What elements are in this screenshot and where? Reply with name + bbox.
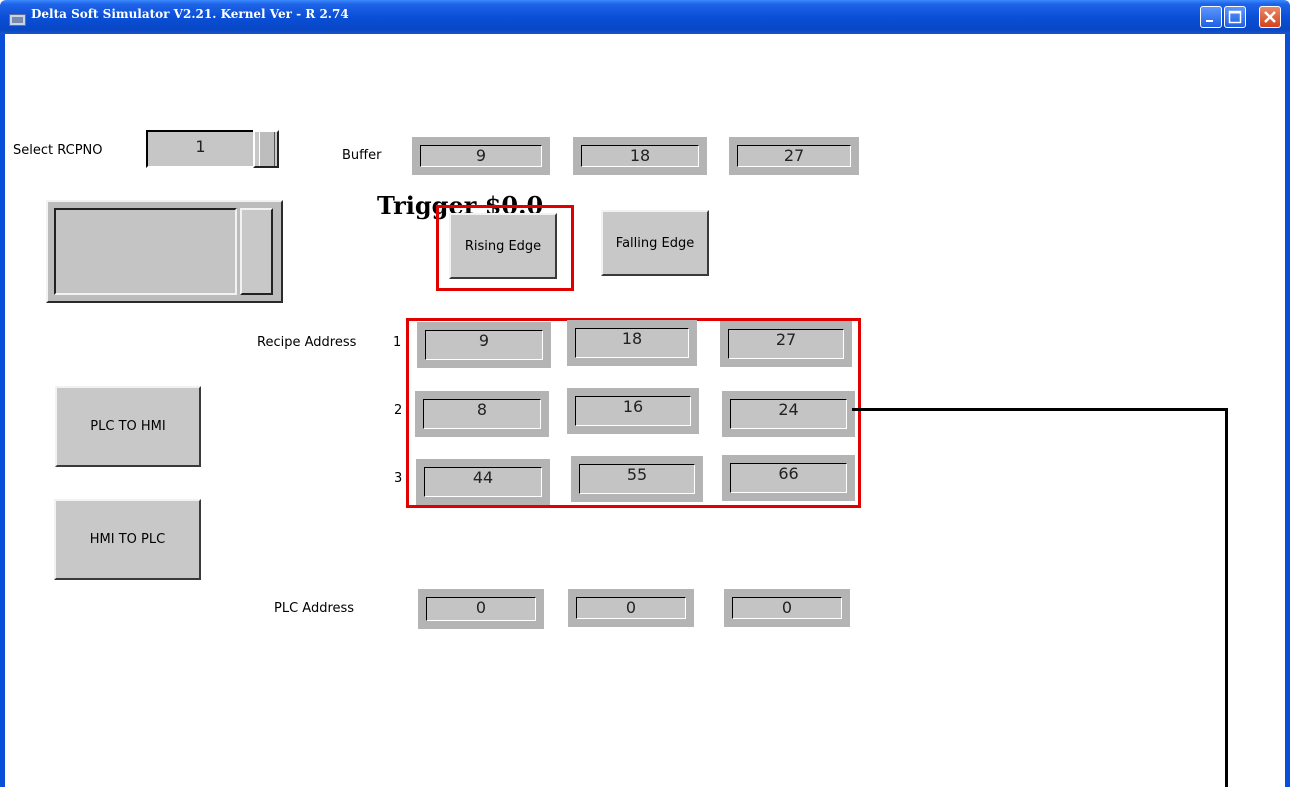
select-rcpno-label: Select RCPNO	[13, 143, 103, 158]
title-bar[interactable]: Delta Soft Simulator V2.21. Kernel Ver -…	[0, 0, 1290, 34]
buffer-value-2: 18	[581, 145, 699, 167]
app-icon	[9, 14, 26, 26]
buffer-display-2: 18	[573, 137, 707, 175]
recipe-r3-c2[interactable]: 55	[571, 456, 703, 502]
connector-line	[852, 408, 1226, 411]
buffer-value-3: 27	[737, 145, 851, 167]
recipe-value[interactable]: 18	[575, 328, 689, 358]
rcpno-spinner[interactable]: 1	[143, 130, 281, 170]
recipe-list-field[interactable]	[54, 208, 237, 295]
close-button[interactable]	[1259, 6, 1281, 28]
recipe-row-number-3: 3	[394, 471, 403, 486]
rcpno-value[interactable]: 1	[146, 130, 255, 168]
recipe-address-label: Recipe Address	[257, 335, 357, 350]
recipe-value[interactable]: 8	[423, 399, 541, 429]
buffer-value-1: 9	[420, 145, 542, 167]
maximize-icon	[1228, 10, 1242, 24]
rcpno-spin-button[interactable]	[253, 130, 279, 168]
minimize-icon	[1206, 20, 1213, 22]
recipe-r1-c3[interactable]: 27	[720, 321, 852, 367]
recipe-value[interactable]: 66	[730, 463, 847, 493]
plc-address-value-1: 0	[426, 597, 536, 621]
recipe-row-number-2: 2	[394, 403, 403, 418]
recipe-r3-c3[interactable]: 66	[722, 455, 855, 501]
rising-edge-button[interactable]: Rising Edge	[449, 213, 557, 279]
recipe-r1-c2[interactable]: 18	[567, 320, 697, 366]
plc-address-value-2: 0	[576, 597, 686, 619]
recipe-value[interactable]: 27	[728, 329, 844, 359]
buffer-label: Buffer	[342, 148, 382, 163]
recipe-list-scrollbar[interactable]	[240, 208, 273, 295]
recipe-list-box[interactable]	[46, 200, 283, 303]
plc-to-hmi-button[interactable]: PLC TO HMI	[55, 386, 201, 467]
plc-address-value-3: 0	[732, 597, 842, 619]
plc-address-display-3: 0	[724, 589, 850, 627]
recipe-value[interactable]: 44	[424, 467, 542, 497]
plc-address-display-1: 0	[418, 589, 544, 629]
maximize-button[interactable]	[1224, 6, 1246, 28]
window-title: Delta Soft Simulator V2.21. Kernel Ver -…	[31, 7, 349, 21]
recipe-value[interactable]: 9	[425, 330, 543, 360]
recipe-r1-c1[interactable]: 9	[417, 322, 551, 368]
recipe-row-number-1: 1	[393, 335, 402, 350]
close-icon	[1264, 11, 1276, 23]
buffer-display-3: 27	[729, 137, 859, 175]
falling-edge-button[interactable]: Falling Edge	[601, 210, 709, 276]
window-frame-right	[1285, 34, 1290, 787]
plc-address-display-2: 0	[568, 589, 694, 627]
plc-address-label: PLC Address	[274, 601, 355, 616]
recipe-value[interactable]: 16	[575, 396, 691, 426]
recipe-r2-c3[interactable]: 24	[722, 391, 855, 437]
recipe-r2-c1[interactable]: 8	[415, 391, 549, 437]
buffer-display-1: 9	[412, 137, 550, 175]
minimize-button[interactable]	[1200, 6, 1222, 28]
hmi-to-plc-button[interactable]: HMI TO PLC	[54, 499, 201, 580]
recipe-r2-c2[interactable]: 16	[567, 388, 699, 434]
window-frame-left	[0, 34, 5, 787]
recipe-value[interactable]: 55	[579, 464, 695, 494]
recipe-value[interactable]: 24	[730, 399, 847, 429]
connector-line	[1225, 408, 1228, 787]
recipe-r3-c1[interactable]: 44	[416, 459, 550, 505]
